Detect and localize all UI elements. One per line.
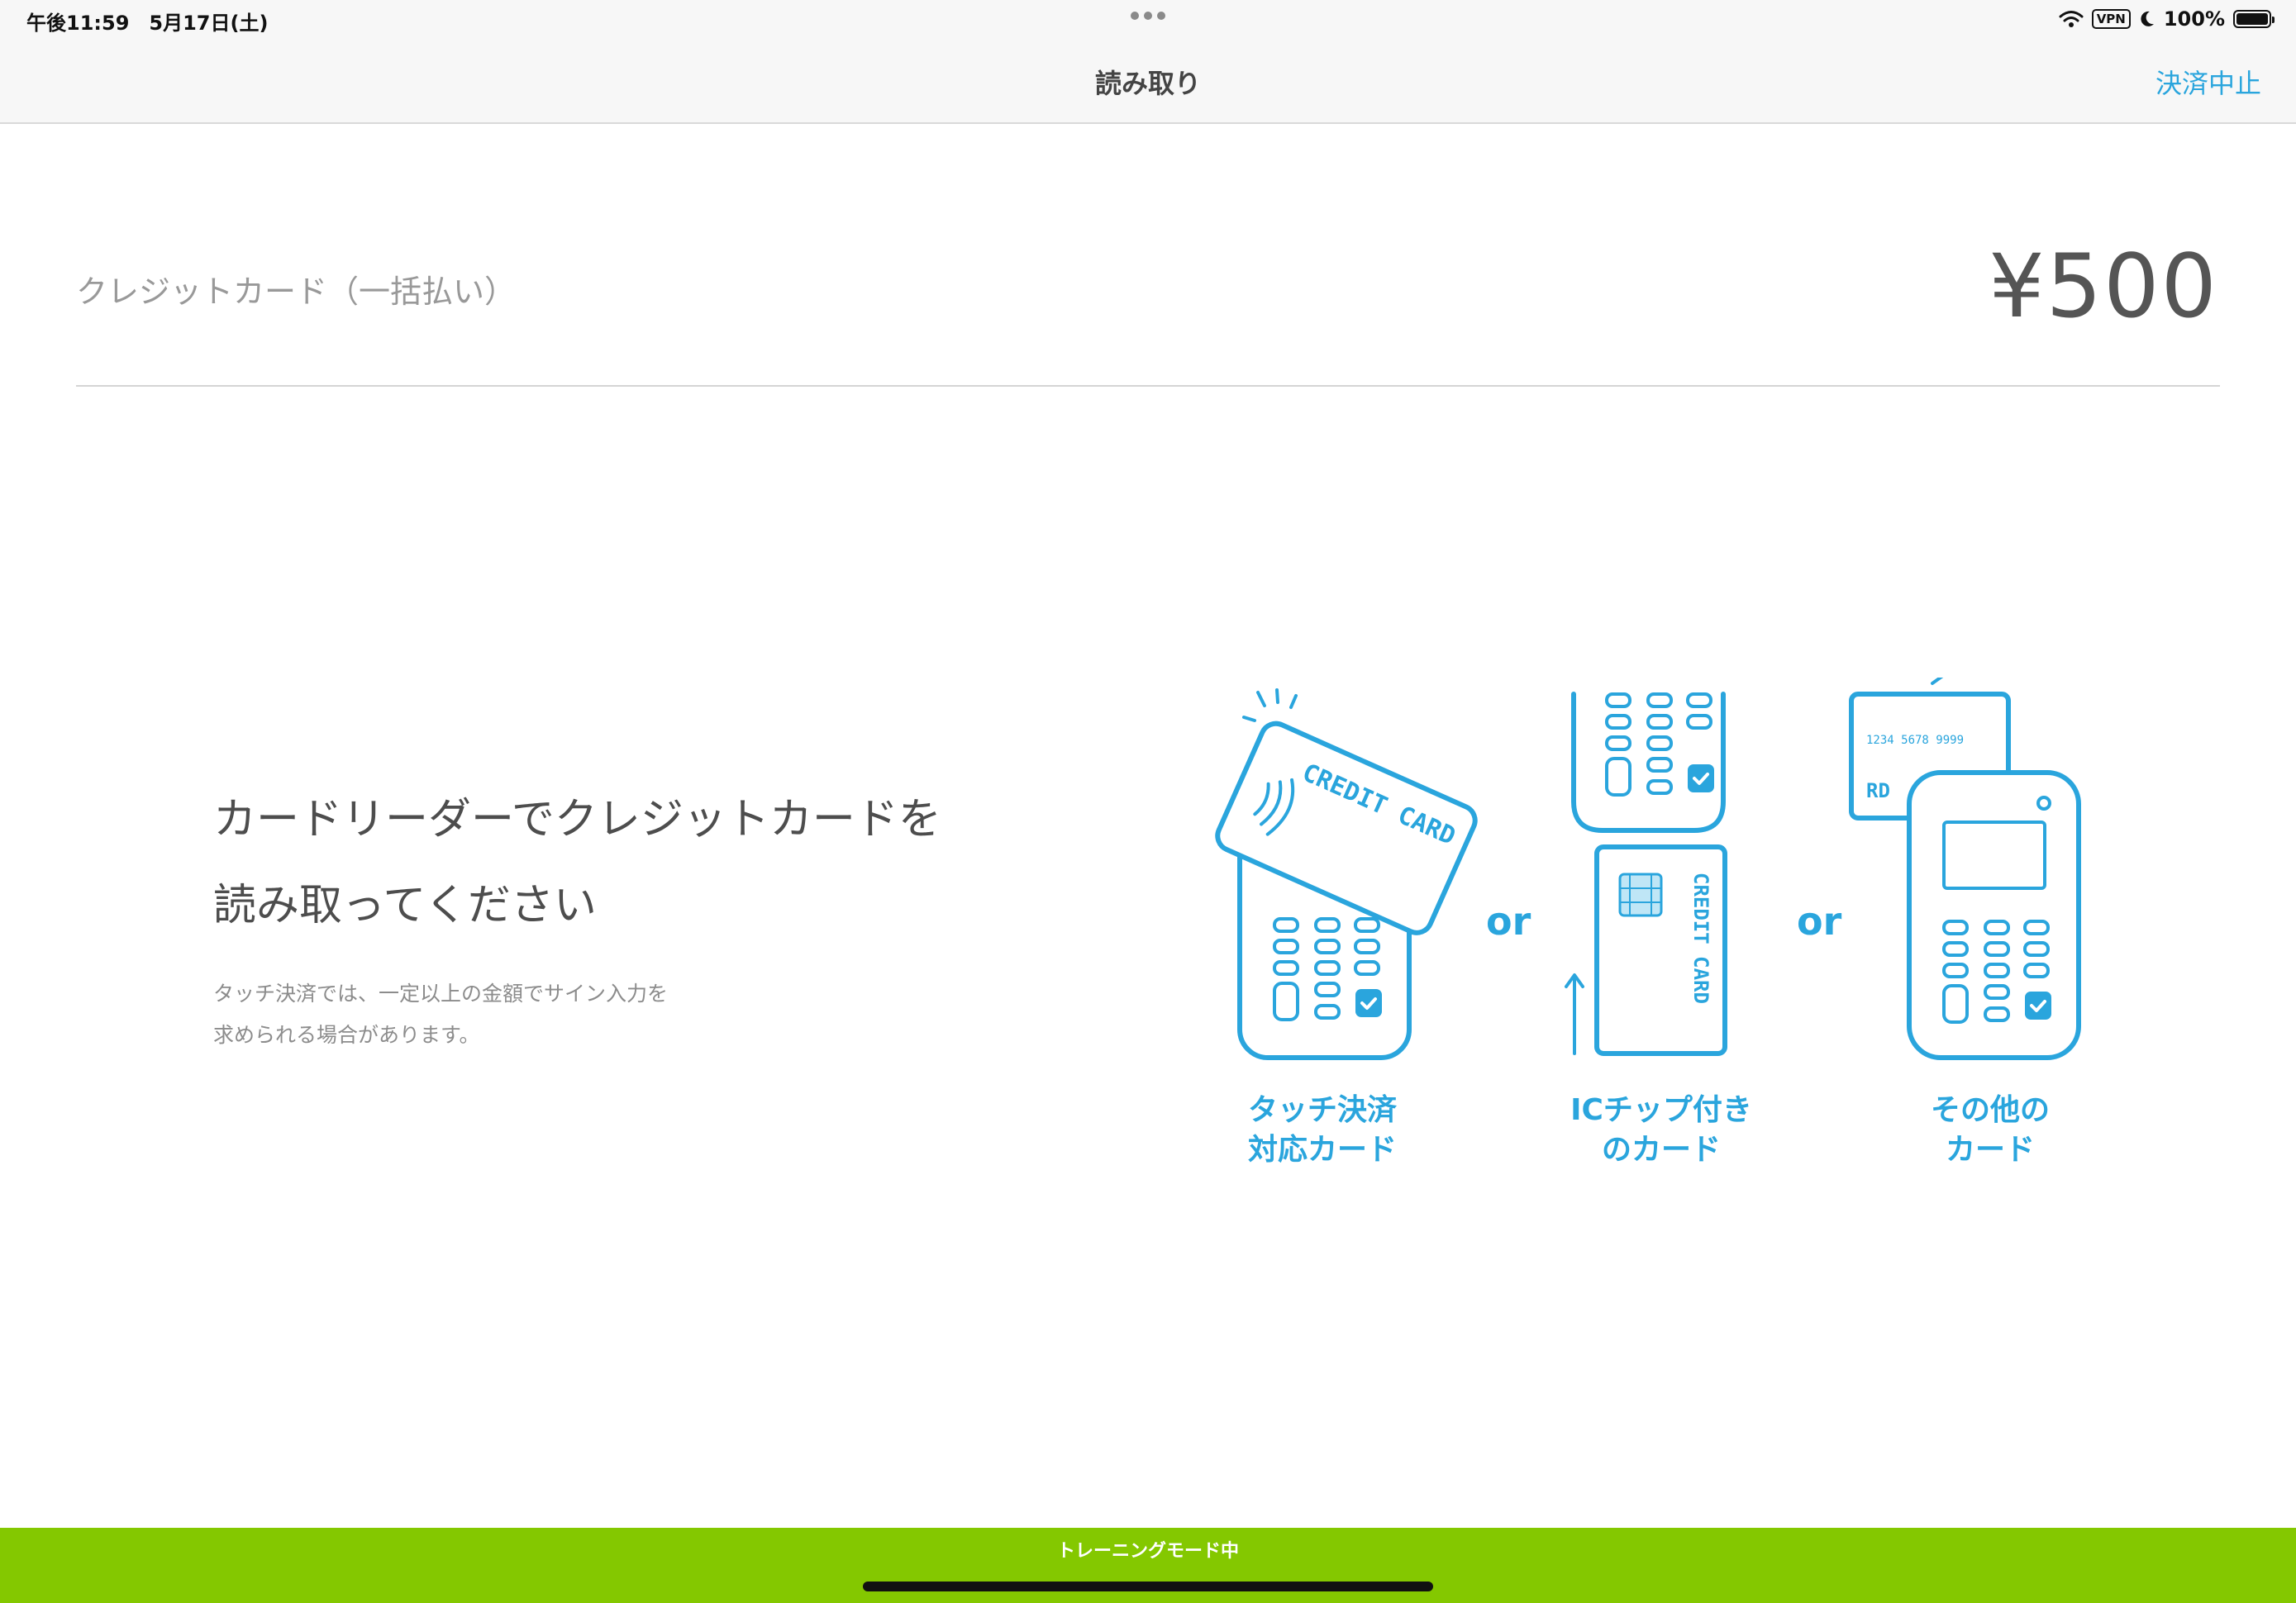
cancel-payment-button[interactable]: 決済中止: [2155, 63, 2261, 101]
option-caption-line: タッチ決済: [1247, 1093, 1397, 1127]
training-mode-banner: トレーニングモード中: [0, 1528, 2296, 1603]
divider: [76, 385, 2220, 387]
instruction-line-1: カードリーダーでクレジットカードを: [213, 795, 941, 844]
chip-card-icon: CREDIT CARD: [1594, 844, 1727, 1056]
svg-text:RD: RD: [1866, 779, 1890, 802]
or-label-1: or: [1486, 899, 1531, 944]
page-title: 読み取り: [1094, 68, 1201, 99]
battery-icon: [2233, 10, 2275, 28]
status-bar: 午後11:59 5月17日(土) VPN 100%: [0, 0, 2296, 40]
card-reader-illustration: CREDIT CARD CREDIT CARD 1234 5678 9999 R…: [1198, 678, 2116, 1182]
option-caption-line: 対応カード: [1247, 1133, 1397, 1167]
training-mode-label: トレーニングモード中: [1056, 1541, 1239, 1562]
swipe-arrow-icon: [1931, 678, 1944, 685]
card-label-text-vertical: CREDIT CARD: [1689, 873, 1712, 1004]
payment-method-label: クレジットカード（一括払い）: [76, 274, 517, 310]
multitasking-dots-icon[interactable]: [1131, 12, 1167, 21]
instruction-heading: カードリーダーでクレジットカードを 読み取ってください: [213, 777, 941, 949]
option-caption-other: その他の カード: [1858, 1091, 2122, 1170]
insert-arrow-icon: [1565, 973, 1584, 1055]
tap-spark-icon: [1242, 688, 1298, 722]
wifi-icon: [2059, 11, 2084, 27]
instruction-note: タッチ決済では、一定以上の金額でサイン入力を 求められる場合があります。: [213, 973, 668, 1056]
navigation-bar: 読み取り 決済中止: [0, 40, 2296, 124]
status-time-date: 午後11:59 5月17日(土): [26, 12, 269, 35]
or-label-2: or: [1797, 899, 1842, 944]
chip-reader-icon: [1571, 692, 1726, 833]
battery-percent: 100%: [2163, 7, 2225, 31]
option-caption-line: ICチップ付き: [1570, 1093, 1752, 1127]
option-caption-line: カード: [1945, 1133, 2035, 1167]
status-indicators: VPN 100%: [2059, 7, 2275, 31]
option-caption-chip: ICチップ付き のカード: [1529, 1091, 1793, 1170]
swipe-reader-icon: [1907, 770, 2081, 1060]
option-caption-line: その他の: [1930, 1093, 2050, 1127]
option-caption-line: のカード: [1601, 1133, 1721, 1167]
payment-amount: ¥500: [1989, 235, 2218, 337]
home-indicator[interactable]: [863, 1582, 1433, 1591]
moon-icon: [2141, 11, 2154, 26]
instruction-line-2: 読み取ってください: [213, 881, 597, 930]
vpn-badge: VPN: [2091, 9, 2131, 29]
instruction-note-2: 求められる場合があります。: [213, 1023, 480, 1047]
card-number-text: 1234 5678 9999: [1866, 734, 1964, 747]
instruction-note-1: タッチ決済では、一定以上の金額でサイン入力を: [213, 982, 669, 1006]
option-caption-tap: タッチ決済 対応カード: [1190, 1091, 1455, 1170]
